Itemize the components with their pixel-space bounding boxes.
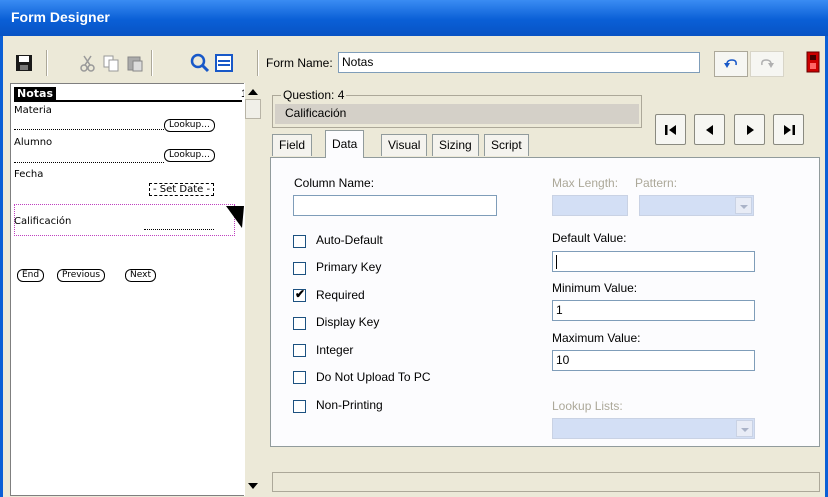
primary-key-label[interactable]: Primary Key bbox=[316, 260, 381, 274]
lookup-button-materia[interactable]: Lookup... bbox=[164, 119, 215, 132]
palm-preview: Notas 1 Materia Lookup... Alumno Lookup.… bbox=[10, 83, 247, 496]
lookup-lists-label: Lookup Lists: bbox=[552, 399, 623, 413]
preview-scrollbar[interactable] bbox=[244, 83, 261, 496]
tab-visual[interactable]: Visual bbox=[381, 134, 428, 156]
tab-field[interactable]: Field bbox=[272, 134, 313, 156]
form-name-label: Form Name: bbox=[266, 56, 333, 70]
next-button[interactable]: Next bbox=[125, 269, 156, 282]
checkbox-do-not-upload[interactable] bbox=[293, 371, 306, 384]
checkbox-required[interactable]: ✔ bbox=[293, 287, 306, 302]
question-group: Question: 4 Calificación bbox=[272, 88, 642, 128]
chevron-down-icon[interactable] bbox=[735, 197, 752, 214]
do-not-upload-label[interactable]: Do Not Upload To PC bbox=[316, 370, 431, 384]
title-underline bbox=[14, 100, 242, 102]
maximum-value-input[interactable]: 10 bbox=[552, 350, 755, 371]
default-value-label: Default Value: bbox=[552, 231, 627, 245]
paste-icon[interactable] bbox=[124, 52, 146, 74]
lookup-button-alumno[interactable]: Lookup... bbox=[164, 149, 215, 162]
field-label-fecha[interactable]: Fecha bbox=[14, 169, 43, 180]
question-legend: Question: 4 bbox=[281, 88, 347, 102]
field-line bbox=[14, 129, 164, 130]
field-label-calificacion[interactable]: Calificación bbox=[14, 216, 71, 227]
chevron-down-icon[interactable] bbox=[736, 420, 753, 437]
lookup-lists-select[interactable] bbox=[552, 418, 755, 439]
max-length-input[interactable] bbox=[552, 195, 628, 216]
minimum-value-input[interactable]: 1 bbox=[552, 300, 755, 321]
form-name-input[interactable]: Notas bbox=[338, 52, 700, 73]
first-icon[interactable] bbox=[655, 114, 686, 145]
find-icon[interactable] bbox=[189, 52, 211, 74]
copy-icon[interactable] bbox=[100, 52, 122, 74]
title-bar: Form Designer bbox=[0, 0, 828, 36]
scroll-down-icon[interactable] bbox=[248, 483, 258, 489]
required-label[interactable]: Required bbox=[316, 288, 365, 302]
window-title: Form Designer bbox=[11, 9, 110, 25]
auto-default-label[interactable]: Auto-Default bbox=[316, 233, 383, 247]
previous-button[interactable]: Previous bbox=[57, 269, 106, 282]
field-line bbox=[14, 162, 164, 163]
default-value-input[interactable] bbox=[552, 251, 755, 272]
maximum-value-label: Maximum Value: bbox=[552, 331, 641, 345]
non-printing-label[interactable]: Non-Printing bbox=[316, 398, 383, 412]
tab-data[interactable]: Data bbox=[325, 130, 365, 158]
undo-icon[interactable] bbox=[714, 51, 748, 77]
last-icon[interactable] bbox=[773, 114, 804, 145]
cut-icon[interactable] bbox=[77, 52, 99, 74]
field-line bbox=[144, 229, 214, 230]
palm-form-title: Notas bbox=[14, 87, 56, 101]
checkbox-primary-key[interactable] bbox=[293, 262, 306, 275]
integer-label[interactable]: Integer bbox=[316, 343, 353, 357]
checkmark-icon: ✔ bbox=[295, 287, 306, 301]
checkbox-display-key[interactable] bbox=[293, 317, 306, 330]
checkbox-auto-default[interactable] bbox=[293, 235, 306, 248]
prev-icon[interactable] bbox=[694, 114, 725, 145]
column-name-label: Column Name: bbox=[294, 176, 375, 190]
field-label-materia[interactable]: Materia bbox=[14, 105, 52, 116]
max-length-label: Max Length: bbox=[552, 176, 619, 190]
minimum-value-label: Minimum Value: bbox=[552, 281, 638, 295]
field-label-alumno[interactable]: Alumno bbox=[14, 137, 52, 148]
set-date-button[interactable]: - Set Date - bbox=[149, 183, 215, 196]
tab-sizing[interactable]: Sizing bbox=[432, 134, 479, 156]
pattern-select[interactable] bbox=[639, 195, 754, 216]
save-icon[interactable] bbox=[13, 52, 35, 74]
next-icon[interactable] bbox=[734, 114, 765, 145]
question-value: Calificación bbox=[275, 104, 639, 124]
end-button[interactable]: End bbox=[17, 269, 45, 282]
exit-icon[interactable] bbox=[802, 51, 824, 73]
tab-script[interactable]: Script bbox=[484, 134, 529, 156]
selection-marker-icon bbox=[226, 206, 244, 228]
text-cursor bbox=[556, 254, 557, 269]
scroll-up-icon[interactable] bbox=[248, 89, 258, 95]
redo-icon[interactable] bbox=[750, 51, 784, 77]
display-key-label[interactable]: Display Key bbox=[316, 315, 379, 329]
checkbox-non-printing[interactable] bbox=[293, 400, 306, 413]
status-bar bbox=[272, 472, 820, 492]
form-icon[interactable] bbox=[213, 52, 235, 74]
scroll-thumb[interactable] bbox=[245, 99, 261, 119]
column-name-input[interactable] bbox=[293, 195, 497, 216]
pattern-label: Pattern: bbox=[635, 176, 678, 190]
data-tab-panel: Column Name: Max Length: Pattern: Auto-D… bbox=[270, 157, 820, 447]
checkbox-integer[interactable] bbox=[293, 344, 306, 357]
